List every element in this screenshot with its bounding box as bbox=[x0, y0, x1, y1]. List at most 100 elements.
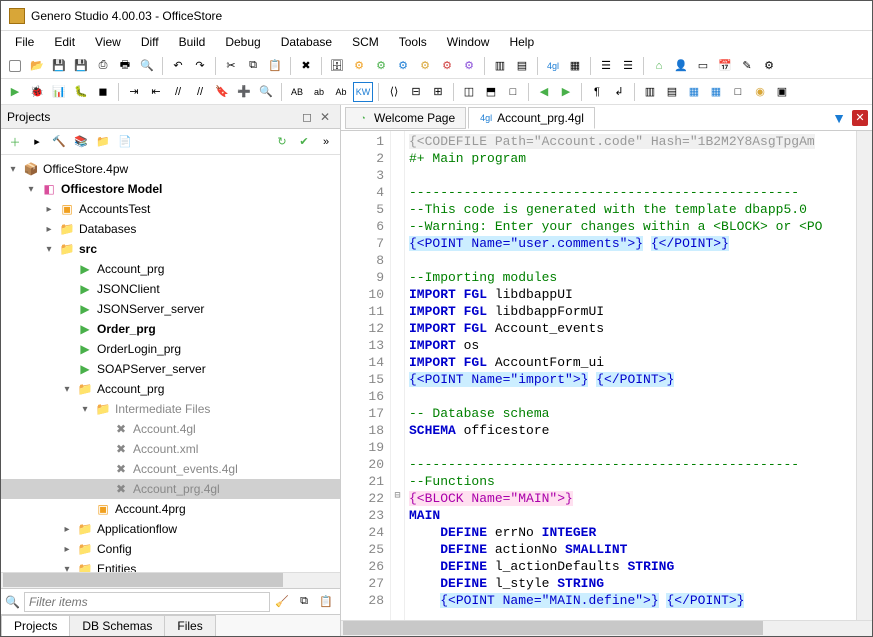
panel-close-icon[interactable]: ✕ bbox=[320, 110, 334, 124]
filter-copy-icon[interactable]: ⧉ bbox=[294, 592, 314, 612]
split-off-icon[interactable]: □ bbox=[503, 82, 523, 102]
save-all-icon[interactable]: 💾 bbox=[71, 56, 91, 76]
list2-icon[interactable]: ☰ bbox=[618, 56, 638, 76]
bottom-tab-projects[interactable]: Projects bbox=[1, 615, 70, 636]
menu-debug[interactable]: Debug bbox=[217, 33, 268, 51]
search-icon[interactable]: 🔍 bbox=[137, 56, 157, 76]
tree-item[interactable]: ▸📁Applicationflow bbox=[1, 519, 340, 539]
twisty-icon[interactable]: ▾ bbox=[7, 164, 19, 175]
tree-item[interactable]: ▶Account_prg bbox=[1, 259, 340, 279]
user-icon[interactable]: 👤 bbox=[671, 56, 691, 76]
tree-item[interactable]: ✖Account.4gl bbox=[1, 419, 340, 439]
editor-tab[interactable]: 4glAccount_prg.4gl bbox=[468, 107, 595, 129]
paste-icon[interactable]: 📋 bbox=[265, 56, 285, 76]
twisty-icon[interactable]: ▸ bbox=[43, 204, 55, 215]
menu-scm[interactable]: SCM bbox=[344, 33, 387, 51]
case-AB-icon[interactable]: AB bbox=[287, 82, 307, 102]
gear-yellow-icon[interactable]: ⚙ bbox=[415, 56, 435, 76]
tree-item[interactable]: ▣Account.4prg bbox=[1, 499, 340, 519]
panel-restore-icon[interactable]: ◻ bbox=[302, 110, 316, 124]
new-icon[interactable] bbox=[5, 56, 25, 76]
list-icon[interactable]: ☰ bbox=[596, 56, 616, 76]
delete-icon[interactable]: ✖ bbox=[296, 56, 316, 76]
twisty-icon[interactable]: ▾ bbox=[61, 384, 73, 395]
filter-eraser-icon[interactable]: 🧹 bbox=[272, 592, 292, 612]
save-icon[interactable]: 💾 bbox=[49, 56, 69, 76]
print-icon[interactable]: 🖶 bbox=[115, 56, 135, 76]
tree-item[interactable]: ▸▣AccountsTest bbox=[1, 199, 340, 219]
panel-g-icon[interactable]: ▣ bbox=[772, 82, 792, 102]
run-icon[interactable]: ▶ bbox=[5, 82, 25, 102]
pt-folder-icon[interactable]: 📁 bbox=[93, 132, 113, 152]
save-as-icon[interactable]: ⎙ bbox=[93, 56, 113, 76]
twisty-icon[interactable]: ▾ bbox=[79, 404, 91, 415]
fold-column[interactable]: ⊟ bbox=[391, 131, 405, 620]
home-icon[interactable]: ⌂ bbox=[649, 56, 669, 76]
gear-blue-icon[interactable]: ⚙ bbox=[393, 56, 413, 76]
tree-item[interactable]: ✖Account.xml bbox=[1, 439, 340, 459]
menu-diff[interactable]: Diff bbox=[133, 33, 167, 51]
outdent-icon[interactable]: ⇤ bbox=[146, 82, 166, 102]
project-tree[interactable]: ▾📦OfficeStore.4pw▾◧Officestore Model▸▣Ac… bbox=[1, 155, 340, 572]
uncomment-icon[interactable]: // bbox=[190, 82, 210, 102]
redo-icon[interactable]: ↷ bbox=[190, 56, 210, 76]
tree-item[interactable]: ▾📁src bbox=[1, 239, 340, 259]
cut-icon[interactable]: ✂ bbox=[221, 56, 241, 76]
layout2-icon[interactable]: ▤ bbox=[512, 56, 532, 76]
twisty-icon[interactable]: ▾ bbox=[25, 184, 37, 195]
tree-hscroll[interactable] bbox=[1, 572, 340, 588]
tree-item[interactable]: ▾📁Entities bbox=[1, 559, 340, 572]
comment-icon[interactable]: // bbox=[168, 82, 188, 102]
form-mode-icon[interactable]: ▦ bbox=[565, 56, 585, 76]
debug-run-icon[interactable]: 🐞 bbox=[27, 82, 47, 102]
menu-window[interactable]: Window bbox=[439, 33, 498, 51]
region-icon[interactable]: ⟨⟩ bbox=[384, 82, 404, 102]
pt-hammer-icon[interactable]: 🔨 bbox=[49, 132, 69, 152]
expand-all-icon[interactable]: ⊞ bbox=[428, 82, 448, 102]
pt-check-icon[interactable]: ✔ bbox=[294, 132, 314, 152]
pt-lib-icon[interactable]: 📚 bbox=[71, 132, 91, 152]
pt-add-icon[interactable]: ＋ bbox=[5, 132, 25, 152]
bookmark-icon[interactable]: 🔖 bbox=[212, 82, 232, 102]
menu-tools[interactable]: Tools bbox=[391, 33, 435, 51]
twisty-icon[interactable]: ▾ bbox=[61, 564, 73, 573]
4gl-mode-icon[interactable]: 4gl bbox=[543, 56, 563, 76]
editor-tab[interactable]: ◔Welcome Page bbox=[345, 107, 466, 129]
collapse-all-icon[interactable]: ⊟ bbox=[406, 82, 426, 102]
gear2-icon[interactable]: ⚙ bbox=[759, 56, 779, 76]
undo-icon[interactable]: ↶ bbox=[168, 56, 188, 76]
gear-red-icon[interactable]: ⚙ bbox=[437, 56, 457, 76]
menu-view[interactable]: View bbox=[87, 33, 129, 51]
find-icon[interactable]: 🔍 bbox=[256, 82, 276, 102]
tree-item[interactable]: ▶JSONServer_server bbox=[1, 299, 340, 319]
open-icon[interactable]: 📂 bbox=[27, 56, 47, 76]
tree-item[interactable]: ▸📁Databases bbox=[1, 219, 340, 239]
stop-icon[interactable]: ◼ bbox=[93, 82, 113, 102]
layout1-icon[interactable]: ▥ bbox=[490, 56, 510, 76]
pt-sync-icon[interactable]: ↻ bbox=[272, 132, 292, 152]
bottom-tab-files[interactable]: Files bbox=[164, 615, 215, 636]
tree-item[interactable]: ▾📁Intermediate Files bbox=[1, 399, 340, 419]
bottom-tab-db-schemas[interactable]: DB Schemas bbox=[69, 615, 165, 636]
menu-edit[interactable]: Edit bbox=[46, 33, 83, 51]
pt-chevron-icon[interactable]: » bbox=[316, 132, 336, 152]
twisty-icon[interactable]: ▾ bbox=[43, 244, 55, 255]
nav-back-icon[interactable]: ◀ bbox=[534, 82, 554, 102]
gear-purple-icon[interactable]: ⚙ bbox=[459, 56, 479, 76]
panel-f-icon[interactable]: ◉ bbox=[750, 82, 770, 102]
copy-icon[interactable]: ⧉ bbox=[243, 56, 263, 76]
filter-input[interactable] bbox=[24, 592, 270, 612]
tree-item[interactable]: ✖Account_events.4gl bbox=[1, 459, 340, 479]
nav-fwd-icon[interactable]: ▶ bbox=[556, 82, 576, 102]
tab-dropdown-icon[interactable]: ▼ bbox=[832, 110, 846, 126]
menu-help[interactable]: Help bbox=[501, 33, 542, 51]
twisty-icon[interactable]: ▸ bbox=[61, 524, 73, 535]
split-h-icon[interactable]: ◫ bbox=[459, 82, 479, 102]
tree-item[interactable]: ▶Order_prg bbox=[1, 319, 340, 339]
editor-vscroll[interactable] bbox=[856, 131, 872, 620]
case-Ab-icon[interactable]: Ab bbox=[331, 82, 351, 102]
code-editor[interactable]: 1234567891011121314151617181920212223242… bbox=[341, 131, 872, 620]
tree-item[interactable]: ▾📁Account_prg bbox=[1, 379, 340, 399]
tree-item[interactable]: ▾◧Officestore Model bbox=[1, 179, 340, 199]
gear-green-icon[interactable]: ⚙ bbox=[371, 56, 391, 76]
